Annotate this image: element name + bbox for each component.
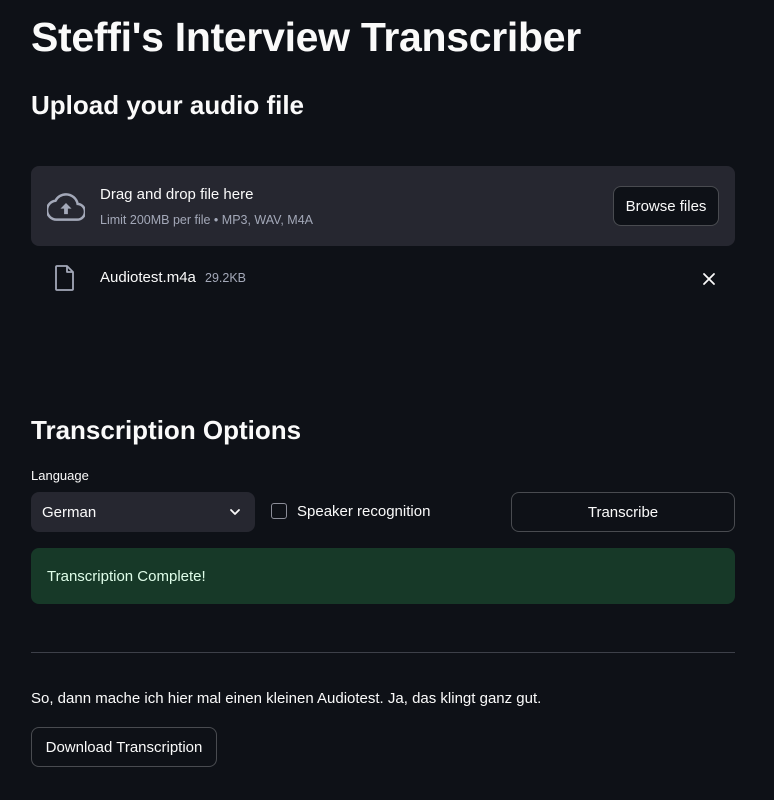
download-transcription-button[interactable]: Download Transcription	[31, 727, 217, 767]
options-heading: Transcription Options	[31, 415, 302, 445]
dropzone-title: Drag and drop file here	[100, 186, 254, 203]
chevron-down-icon	[230, 509, 240, 515]
file-dropzone[interactable]: Drag and drop file here Limit 200MB per …	[31, 166, 735, 246]
transcript-text: So, dann mache ich hier mal einen kleine…	[31, 690, 542, 707]
speaker-recognition-label[interactable]: Speaker recognition	[297, 503, 430, 520]
upload-heading: Upload your audio file	[31, 90, 305, 120]
app-page: Steffi's Interview Transcriber Upload yo…	[0, 0, 774, 800]
file-size: 29.2KB	[205, 271, 247, 285]
app-title: Steffi's Interview Transcriber	[31, 14, 581, 60]
cloud-upload-icon	[47, 193, 85, 221]
success-message: Transcription Complete!	[47, 568, 206, 585]
language-label: Language	[31, 468, 89, 483]
language-value: German	[42, 504, 97, 521]
file-icon	[55, 265, 74, 291]
browse-files-button[interactable]: Browse files	[613, 186, 719, 226]
speaker-recognition-checkbox[interactable]	[271, 503, 287, 519]
transcribe-button[interactable]: Transcribe	[511, 492, 735, 532]
dropzone-limit: Limit 200MB per file • MP3, WAV, M4A	[100, 213, 314, 227]
file-name: Audiotest.m4a	[100, 269, 196, 286]
language-select[interactable]: German	[31, 492, 255, 532]
remove-file-button[interactable]	[697, 267, 721, 291]
divider	[31, 652, 735, 653]
success-alert: Transcription Complete!	[31, 548, 735, 604]
uploaded-file-row: Audiotest.m4a 29.2KB	[31, 262, 735, 294]
close-icon	[703, 273, 715, 285]
